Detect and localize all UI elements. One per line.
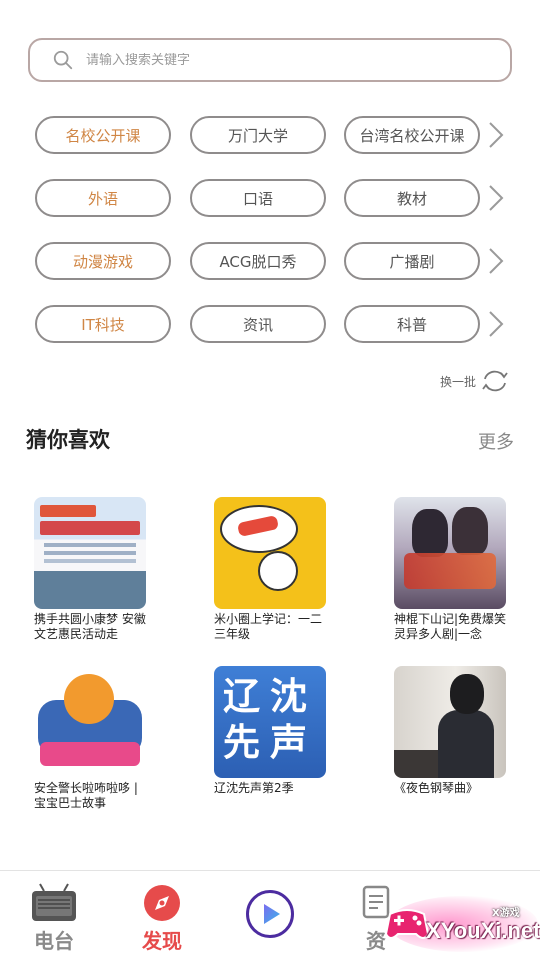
chevron-right-icon[interactable]	[487, 310, 505, 338]
card-title: 安全警长啦咘啦哆 | 宝宝巴士故事	[34, 781, 138, 810]
recommendation-card[interactable]: 辽沈先声 辽沈先声第2季	[214, 666, 332, 796]
tab-label: 电台	[34, 929, 74, 953]
watermark-tag: X游戏	[492, 908, 520, 919]
category-pill[interactable]: 外语	[35, 179, 171, 217]
category-pill[interactable]: 万门大学	[190, 116, 326, 154]
recommendation-card[interactable]: 米小圈上学记：一二三年级	[214, 497, 332, 642]
refresh-label: 换一批	[439, 374, 476, 389]
watermark: X游戏 XYouXi.net	[368, 890, 540, 960]
cover-image	[214, 497, 326, 609]
recommendation-card[interactable]: 携手共圆小康梦 安徽文艺惠民活动走	[34, 497, 152, 642]
tab-label: 发现	[142, 929, 182, 953]
category-pill[interactable]: IT科技	[35, 305, 171, 343]
category-pill[interactable]: 广播剧	[344, 242, 480, 280]
cover-image	[34, 497, 146, 609]
recommendation-card[interactable]: 《夜色钢琴曲》	[394, 666, 512, 796]
search-bar[interactable]	[28, 38, 512, 82]
search-input[interactable]	[86, 52, 466, 68]
more-link[interactable]: 更多	[478, 428, 514, 454]
category-pill[interactable]: 台湾名校公开课	[344, 116, 480, 154]
category-row-4: IT科技 资讯 科普	[35, 305, 505, 345]
category-pill[interactable]: 科普	[344, 305, 480, 343]
play-icon	[264, 904, 280, 924]
discover-page: 名校公开课 万门大学 台湾名校公开课 外语 口语 教材 动漫游戏 ACG脱口秀 …	[0, 0, 540, 960]
card-title: 神棍下山记|免费爆笑灵异多人剧|一念	[394, 612, 507, 641]
category-row-1: 名校公开课 万门大学 台湾名校公开课	[35, 116, 505, 156]
card-title: 辽沈先声第2季	[214, 781, 294, 795]
cover-image: 辽沈先声	[214, 666, 326, 778]
category-pill[interactable]: 动漫游戏	[35, 242, 171, 280]
search-icon	[53, 50, 73, 70]
cover-text: 辽沈先声	[223, 675, 317, 764]
card-title: 携手共圆小康梦 安徽文艺惠民活动走	[34, 612, 146, 641]
recommendation-card[interactable]: 神棍下山记|免费爆笑灵异多人剧|一念	[394, 497, 512, 642]
cover-image	[34, 666, 146, 778]
radio-icon	[32, 883, 76, 921]
chevron-right-icon[interactable]	[487, 121, 505, 149]
cover-image	[394, 497, 506, 609]
category-pill[interactable]: 教材	[344, 179, 480, 217]
cover-image	[394, 666, 506, 778]
compass-icon	[144, 885, 180, 921]
refresh-button[interactable]: 换一批	[440, 368, 510, 394]
gamepad-icon	[384, 909, 430, 939]
section-title: 猜你喜欢	[26, 428, 110, 452]
card-title: 《夜色钢琴曲》	[394, 781, 479, 795]
category-pill[interactable]: 名校公开课	[35, 116, 171, 154]
chevron-right-icon[interactable]	[487, 184, 505, 212]
category-pill[interactable]: 口语	[190, 179, 326, 217]
recommendation-card[interactable]: 安全警长啦咘啦哆 | 宝宝巴士故事	[34, 666, 152, 811]
category-row-3: 动漫游戏 ACG脱口秀 广播剧	[35, 242, 505, 282]
now-playing-button[interactable]	[246, 890, 294, 938]
tab-radio[interactable]: 电台	[4, 883, 104, 954]
category-pill[interactable]: 资讯	[190, 305, 326, 343]
chevron-right-icon[interactable]	[487, 247, 505, 275]
category-pill[interactable]: ACG脱口秀	[190, 242, 326, 280]
category-row-2: 外语 口语 教材	[35, 179, 505, 219]
card-title: 米小圈上学记：一二三年级	[214, 612, 323, 641]
tab-discover[interactable]: 发现	[112, 883, 212, 954]
refresh-icon	[482, 370, 508, 392]
watermark-domain: XYouXi.net	[426, 918, 540, 943]
